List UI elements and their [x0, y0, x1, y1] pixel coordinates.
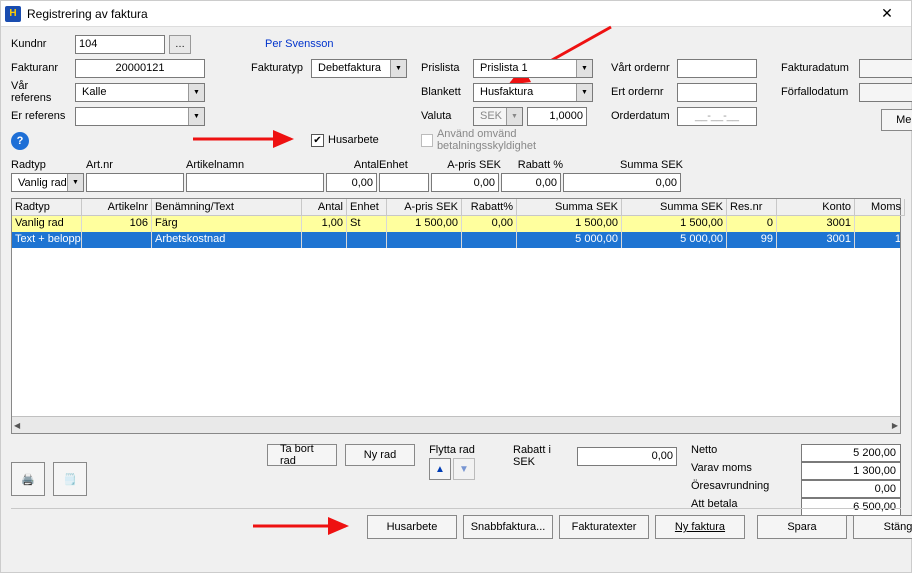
hdr-antal: Antal — [326, 159, 379, 171]
hdr-enhet: Enhet — [379, 159, 431, 171]
calculator-icon: 🗒️ — [63, 473, 77, 486]
hdr-apris: A-pris SEK — [431, 159, 501, 171]
kundnr-input[interactable] — [75, 35, 165, 54]
fakturatyp-combo[interactable]: Debetfaktura▼ — [311, 59, 407, 78]
move-down-button[interactable]: ▼ — [453, 458, 475, 480]
stang-button[interactable]: Stäng — [853, 515, 912, 539]
ertorder-label: Ert ordernr — [611, 86, 673, 98]
app-icon: H — [5, 6, 21, 22]
hdr-radtyp: Radtyp — [11, 159, 86, 171]
invoice-lines-table[interactable]: Radtyp Artikelnr Benämning/Text Antal En… — [11, 198, 901, 434]
nyfaktura-button[interactable]: Ny faktura — [655, 515, 745, 539]
orderdatum-input[interactable] — [677, 107, 757, 126]
col-radtyp[interactable]: Radtyp — [12, 199, 82, 216]
table-row[interactable]: Text + belopp Arbetskostnad 5 000,00 5 0… — [12, 232, 900, 248]
customer-name: Per Svensson — [265, 38, 333, 50]
husarbete-check-label: Husarbete — [328, 134, 379, 146]
forfallodatum-label: Förfallodatum — [781, 86, 855, 98]
help-icon[interactable]: ? — [11, 132, 29, 150]
husarbete-button[interactable]: Husarbete — [367, 515, 457, 539]
reverse-vat-label: Använd omvänd betalningsskyldighet — [437, 128, 601, 152]
snabbfaktura-button[interactable]: Snabbfaktura... — [463, 515, 553, 539]
fakturadatum-input[interactable] — [859, 59, 912, 78]
valuta-rate-input[interactable] — [527, 107, 587, 126]
fakturatyp-label: Fakturatyp — [251, 62, 307, 74]
entry-antal-input[interactable] — [326, 173, 377, 192]
print-button[interactable]: 🖨️ — [11, 462, 45, 496]
kundnr-lookup-button[interactable]: … — [169, 35, 191, 54]
fakturadatum-label: Fakturadatum — [781, 62, 855, 74]
netto-label: Netto — [691, 444, 801, 462]
col-antal[interactable]: Antal — [302, 199, 347, 216]
calculator-button[interactable]: 🗒️ — [53, 462, 87, 496]
col-konto[interactable]: Konto — [777, 199, 855, 216]
valuta-label: Valuta — [421, 110, 469, 122]
erref-combo[interactable]: ▼ — [75, 107, 205, 126]
flytta-label: Flytta rad — [429, 444, 475, 456]
hdr-artnamn: Artikelnamn — [186, 159, 326, 171]
blankett-label: Blankett — [421, 86, 469, 98]
ertorder-input[interactable] — [677, 83, 757, 102]
col-resnr[interactable]: Res.nr — [727, 199, 777, 216]
col-rabatt[interactable]: Rabatt% — [462, 199, 517, 216]
varref-combo[interactable]: Kalle▼ — [75, 83, 205, 102]
entry-radtyp-combo[interactable]: Vanlig rad▼ — [11, 173, 84, 192]
erref-label: Er referens — [11, 110, 71, 122]
fakturatexter-button[interactable]: Fakturatexter — [559, 515, 649, 539]
col-moms[interactable]: Moms — [855, 199, 905, 216]
prislista-label: Prislista — [421, 62, 469, 74]
window-title: Registrering av faktura — [27, 7, 867, 21]
col-benamning[interactable]: Benämning/Text — [152, 199, 302, 216]
orderdatum-label: Orderdatum — [611, 110, 673, 122]
table-row[interactable]: Vanlig rad 106 Färg 1,00 St 1 500,00 0,0… — [12, 216, 900, 232]
horizontal-scrollbar[interactable]: ◀▶ — [12, 416, 900, 433]
hdr-rabatt: Rabatt % — [501, 159, 563, 171]
entry-artnamn-input[interactable] — [186, 173, 324, 192]
fakturanr-label: Fakturanr — [11, 62, 71, 74]
col-apris[interactable]: A-pris SEK — [387, 199, 462, 216]
valuta-combo: SEK▼ — [473, 107, 523, 126]
varref-label: Vår referens — [11, 80, 71, 104]
col-artnr[interactable]: Artikelnr — [82, 199, 152, 216]
fakturanr-input[interactable] — [75, 59, 205, 78]
hdr-artnr: Art.nr — [86, 159, 186, 171]
reverse-vat-checkbox: Använd omvänd betalningsskyldighet — [421, 128, 601, 152]
husarbete-checkbox[interactable]: ✔ Husarbete — [311, 134, 379, 147]
hdr-summa: Summa SEK — [563, 159, 683, 171]
entry-apris-input[interactable] — [431, 173, 499, 192]
vartorder-label: Vårt ordernr — [611, 62, 673, 74]
forfallodatum-input[interactable] — [859, 83, 912, 102]
merinfo-button[interactable]: Mer info — [881, 109, 912, 131]
col-summa1[interactable]: Summa SEK — [517, 199, 622, 216]
entry-summa-input[interactable] — [563, 173, 681, 192]
entry-artnr-input[interactable] — [86, 173, 184, 192]
entry-enhet-input[interactable] — [379, 173, 429, 192]
prislista-combo[interactable]: Prislista 1▼ — [473, 59, 593, 78]
col-summa2[interactable]: Summa SEK — [622, 199, 727, 216]
blankett-combo[interactable]: Husfaktura▼ — [473, 83, 593, 102]
entry-rabatt-input[interactable] — [501, 173, 561, 192]
col-enhet[interactable]: Enhet — [347, 199, 387, 216]
netto-value: 5 200,00 — [801, 444, 901, 462]
close-button[interactable]: ✕ — [867, 1, 907, 27]
printer-icon: 🖨️ — [21, 473, 35, 486]
kundnr-label: Kundnr — [11, 38, 71, 50]
spara-button[interactable]: Spara — [757, 515, 847, 539]
vartorder-input[interactable] — [677, 59, 757, 78]
